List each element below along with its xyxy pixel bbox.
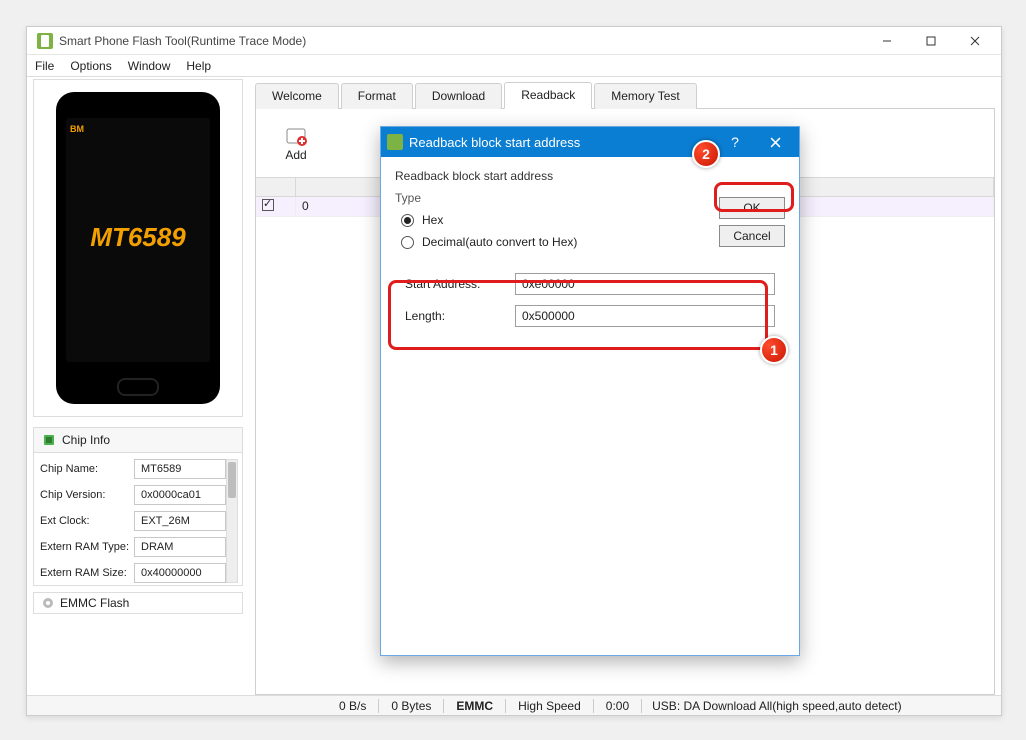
start-address-label: Start Address:	[405, 277, 515, 291]
dialog-title: Readback block start address	[409, 135, 580, 150]
chip-info-title: Chip Info	[62, 433, 110, 447]
chip-icon	[42, 433, 56, 447]
chip-info-grid: Chip Name:MT6589 Chip Version:0x0000ca01…	[33, 453, 243, 586]
emmc-flash-label: EMMC Flash	[60, 596, 129, 610]
gear-icon	[42, 597, 54, 609]
app-icon	[37, 33, 53, 49]
length-input[interactable]	[515, 305, 775, 327]
chip-version-value: 0x0000ca01	[134, 485, 226, 505]
dialog-titlebar: Readback block start address ?	[381, 127, 799, 157]
radio-decimal-label: Decimal(auto convert to Hex)	[422, 235, 577, 249]
ext-clock-value: EXT_26M	[134, 511, 226, 531]
ram-type-value: DRAM	[134, 537, 226, 557]
tab-welcome[interactable]: Welcome	[255, 83, 339, 109]
chip-version-label: Chip Version:	[38, 489, 134, 501]
start-address-input[interactable]	[515, 273, 775, 295]
minimize-button[interactable]	[865, 27, 909, 55]
dialog-icon	[387, 134, 403, 150]
radio-hex-label: Hex	[422, 213, 443, 227]
chip-info-scrollbar[interactable]	[226, 459, 238, 583]
menu-options[interactable]: Options	[70, 59, 111, 73]
status-speed: 0 B/s	[327, 699, 379, 713]
tab-strip: Welcome Format Download Readback Memory …	[255, 81, 995, 109]
tab-format[interactable]: Format	[341, 83, 413, 109]
chip-name-label: Chip Name:	[38, 463, 134, 475]
menu-window[interactable]: Window	[128, 59, 171, 73]
dialog-help-button[interactable]: ?	[715, 127, 755, 157]
tab-download[interactable]: Download	[415, 83, 502, 109]
titlebar: Smart Phone Flash Tool(Runtime Trace Mod…	[27, 27, 1001, 55]
ext-clock-label: Ext Clock:	[38, 515, 134, 527]
status-usb: USB: DA Download All(high speed,auto det…	[642, 699, 911, 713]
ram-type-label: Extern RAM Type:	[38, 541, 134, 553]
length-label: Length:	[405, 309, 515, 323]
tab-memory-test[interactable]: Memory Test	[594, 83, 696, 109]
phone-chip-label: MT6589	[56, 222, 220, 253]
ok-button[interactable]: OK	[719, 197, 785, 219]
phone-preview: BM MT6589	[33, 79, 243, 417]
annotation-marker-2: 2	[692, 140, 720, 168]
tab-readback[interactable]: Readback	[504, 82, 592, 109]
menu-help[interactable]: Help	[186, 59, 211, 73]
close-button[interactable]	[953, 27, 997, 55]
ram-size-value: 0x40000000	[134, 563, 226, 583]
maximize-button[interactable]	[909, 27, 953, 55]
status-time: 0:00	[594, 699, 642, 713]
status-bytes: 0 Bytes	[379, 699, 444, 713]
radio-hex-input[interactable]	[401, 214, 414, 227]
emmc-flash-header[interactable]: EMMC Flash	[33, 592, 243, 614]
status-iface: EMMC	[444, 699, 506, 713]
status-bar: 0 B/s 0 Bytes EMMC High Speed 0:00 USB: …	[27, 695, 1001, 715]
window-title: Smart Phone Flash Tool(Runtime Trace Mod…	[59, 34, 306, 48]
home-button-icon	[117, 378, 159, 396]
cancel-button[interactable]: Cancel	[719, 225, 785, 247]
chip-name-value: MT6589	[134, 459, 226, 479]
ram-size-label: Extern RAM Size:	[38, 567, 134, 579]
phone-brand-label: BM	[70, 124, 84, 134]
row-cell: 0	[296, 197, 386, 216]
dialog-heading: Readback block start address	[395, 169, 785, 183]
status-mode: High Speed	[506, 699, 594, 713]
annotation-marker-1: 1	[760, 336, 788, 364]
menu-file[interactable]: File	[35, 59, 54, 73]
add-button-label: Add	[285, 148, 306, 162]
readback-address-dialog: Readback block start address ? Readback …	[380, 126, 800, 656]
address-field-group: Start Address: Length:	[395, 263, 785, 349]
sidebar: BM MT6589 Chip Info Chip Name:MT6589 Chi…	[27, 77, 249, 695]
add-icon	[284, 124, 308, 148]
add-button[interactable]: Add	[266, 117, 326, 169]
chip-info-header: Chip Info	[33, 427, 243, 453]
row-checkbox[interactable]	[262, 199, 274, 211]
dialog-close-button[interactable]	[755, 127, 795, 157]
menubar: File Options Window Help	[27, 55, 1001, 77]
radio-decimal-input[interactable]	[401, 236, 414, 249]
